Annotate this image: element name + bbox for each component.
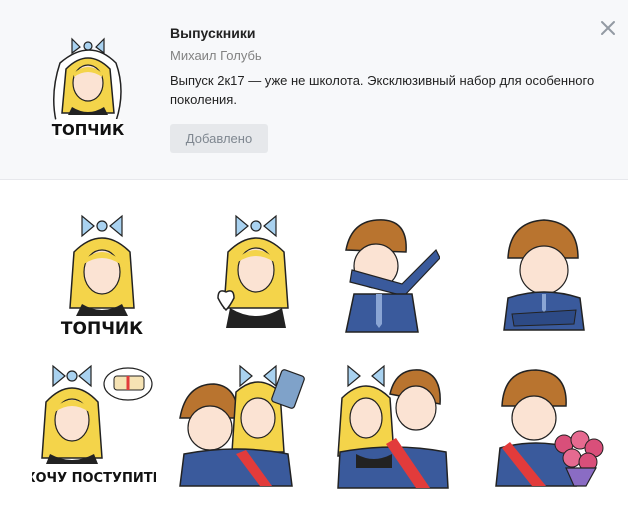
- pack-cover-sticker: ТОПЧИК: [52, 37, 125, 139]
- sticker-image: [179, 364, 305, 487]
- sticker-girl-topchik[interactable]: ТОПЧИК: [48, 212, 156, 339]
- close-icon[interactable]: [599, 19, 617, 37]
- sticker-image: ХОЧУ ПОСТУПИТЬ: [25, 364, 163, 486]
- sticker-couple-selfie[interactable]: [176, 362, 308, 488]
- pack-header: ТОПЧИК Выпускники Михаил Голубь Выпуск 2…: [0, 0, 628, 180]
- sticker-boy-dab[interactable]: [332, 210, 441, 336]
- sticker-image: [217, 214, 289, 328]
- sticker-image: [503, 219, 585, 331]
- sticker-image: ТОПЧИК: [61, 214, 143, 339]
- sticker-couple-hug[interactable]: [334, 364, 452, 490]
- added-button[interactable]: Добавлено: [170, 124, 268, 153]
- sticker-image: [345, 219, 441, 333]
- sticker-image: [495, 369, 604, 487]
- sticker-image: [337, 364, 449, 489]
- pack-description: Выпуск 2к17 — уже не школота. Эксклюзивн…: [170, 73, 595, 107]
- sticker-grid: ТОПЧИК ХОЧУ ПОСТУПИТЬ: [0, 180, 628, 509]
- pack-author[interactable]: Михаил Голубь: [170, 48, 262, 63]
- sticker-girl-heart[interactable]: [200, 212, 308, 338]
- sticker-caption: ХОЧУ ПОСТУПИТЬ: [32, 471, 156, 486]
- sticker-caption: ТОПЧИК: [61, 319, 143, 338]
- svg-text:ТОПЧИК: ТОПЧИК: [52, 121, 125, 139]
- pack-title: Выпускники: [170, 25, 256, 41]
- sticker-girl-hochu-postupit[interactable]: ХОЧУ ПОСТУПИТЬ: [25, 362, 163, 488]
- sticker-boy-arms-crossed[interactable]: [494, 210, 602, 336]
- sticker-boy-flowers[interactable]: [490, 362, 610, 488]
